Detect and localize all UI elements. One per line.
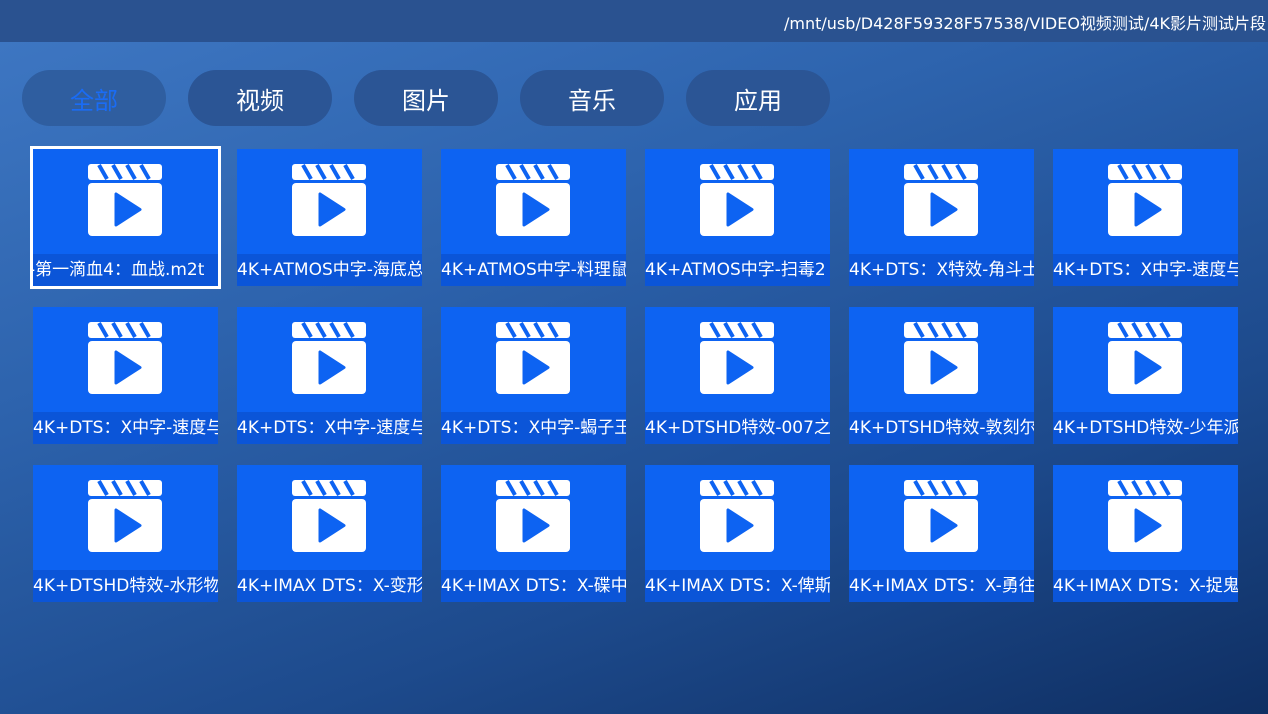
tab-4[interactable]: 应用 [686, 70, 830, 126]
video-file-icon [903, 480, 979, 552]
top-bar: /mnt/usb/D428F59328F57538/VIDEO视频测试/4K影片… [0, 0, 1268, 42]
category-tabs: 全部 视频 图片 音乐 应用 [22, 70, 830, 126]
file-tile[interactable]: 4K+ATMOS中字-海底总 [237, 149, 422, 286]
video-file-icon [495, 480, 571, 552]
video-file-icon [87, 480, 163, 552]
file-name-label: 4K+IMAX DTS：X-变形 [237, 570, 422, 602]
video-file-icon [1107, 480, 1183, 552]
file-tile[interactable]: 4K+ATMOS中字-扫毒2 [645, 149, 830, 286]
file-name-label: 4K+IMAX DTS：X-捉鬼 [1053, 570, 1238, 602]
video-file-icon [495, 322, 571, 394]
video-file-icon [699, 164, 775, 236]
file-tile[interactable]: 4K+DTS：X中字-蝎子王 [441, 307, 626, 444]
video-file-icon [699, 322, 775, 394]
file-grid: -第一滴血4：血战.m2t 4K+ATMOS中字-海底总 4K+ATMOS中字-… [30, 146, 1238, 602]
video-file-icon [291, 164, 367, 236]
file-tile[interactable]: 4K+DTSHD特效-007之 [645, 307, 830, 444]
tab-2[interactable]: 图片 [354, 70, 498, 126]
file-name-label: 4K+DTSHD特效-007之 [645, 412, 830, 444]
file-name-label: 4K+DTSHD特效-水形物 [33, 570, 218, 602]
file-tile[interactable]: 4K+IMAX DTS：X-变形 [237, 465, 422, 602]
file-tile[interactable]: 4K+DTSHD特效-敦刻尔 [849, 307, 1034, 444]
file-tile[interactable]: 4K+DTSHD特效-少年派 [1053, 307, 1238, 444]
video-file-icon [291, 480, 367, 552]
file-name-label: 4K+DTS：X中字-速度与 [1053, 254, 1238, 286]
file-tile[interactable]: 4K+IMAX DTS：X-捉鬼 [1053, 465, 1238, 602]
tab-1[interactable]: 视频 [188, 70, 332, 126]
file-name-label: 4K+ATMOS中字-扫毒2 [645, 254, 830, 286]
file-tile[interactable]: 4K+IMAX DTS：X-俾斯 [645, 465, 830, 602]
file-name-label: 4K+ATMOS中字-料理鼠 [441, 254, 626, 286]
video-file-icon [903, 164, 979, 236]
video-file-icon [699, 480, 775, 552]
video-file-icon [87, 164, 163, 236]
file-tile[interactable]: 4K+DTS：X中字-速度与 [33, 307, 218, 444]
file-name-label: -第一滴血4：血战.m2t [33, 254, 218, 286]
file-name-label: 4K+IMAX DTS：X-碟中 [441, 570, 626, 602]
video-file-icon [1107, 322, 1183, 394]
file-name-label: 4K+IMAX DTS：X-勇往 [849, 570, 1034, 602]
file-tile[interactable]: 4K+IMAX DTS：X-碟中 [441, 465, 626, 602]
file-name-label: 4K+ATMOS中字-海底总 [237, 254, 422, 286]
video-file-icon [87, 322, 163, 394]
file-name-label: 4K+DTSHD特效-敦刻尔 [849, 412, 1034, 444]
file-tile[interactable]: 4K+DTS：X特效-角斗士 [849, 149, 1034, 286]
current-path: /mnt/usb/D428F59328F57538/VIDEO视频测试/4K影片… [783, 14, 1266, 33]
file-name-label: 4K+DTS：X中字-速度与 [33, 412, 218, 444]
file-name-label: 4K+DTS：X特效-角斗士 [849, 254, 1034, 286]
file-name-label: 4K+DTS：X中字-速度与 [237, 412, 422, 444]
video-file-icon [495, 164, 571, 236]
tab-0[interactable]: 全部 [22, 70, 166, 126]
video-file-icon [291, 322, 367, 394]
video-file-icon [1107, 164, 1183, 236]
file-name-label: 4K+DTS：X中字-蝎子王 [441, 412, 626, 444]
file-tile[interactable]: 4K+IMAX DTS：X-勇往 [849, 465, 1034, 602]
file-name-label: 4K+IMAX DTS：X-俾斯 [645, 570, 830, 602]
file-tile[interactable]: -第一滴血4：血战.m2t [30, 146, 221, 289]
file-tile[interactable]: 4K+DTS：X中字-速度与 [237, 307, 422, 444]
video-file-icon [903, 322, 979, 394]
file-tile[interactable]: 4K+DTSHD特效-水形物 [33, 465, 218, 602]
file-tile[interactable]: 4K+DTS：X中字-速度与 [1053, 149, 1238, 286]
tab-3[interactable]: 音乐 [520, 70, 664, 126]
file-tile[interactable]: 4K+ATMOS中字-料理鼠 [441, 149, 626, 286]
file-name-label: 4K+DTSHD特效-少年派 [1053, 412, 1238, 444]
